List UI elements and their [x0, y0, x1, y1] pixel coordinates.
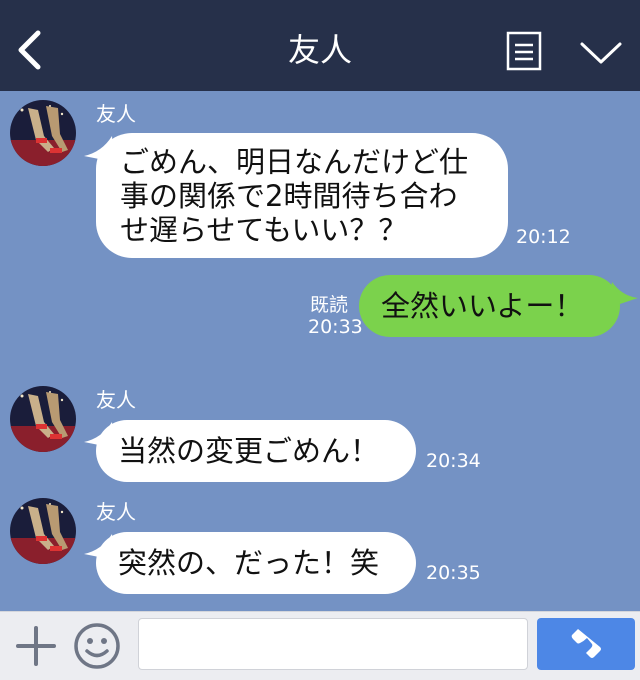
message-bubble[interactable]: ごめん、明日なんだけど仕 事の関係で2時間待ち合わ せ遅らせてもいい？？	[96, 133, 508, 258]
avatar[interactable]	[10, 386, 76, 452]
chat-screen: 友人 友人 ごめん、明日なんだけど仕 事の関係で2時間待ち合わ せ遅らせてもいい…	[0, 0, 640, 680]
avatar[interactable]	[10, 100, 76, 166]
message-line: 全然いいよー！	[381, 289, 584, 323]
chevron-down-icon	[580, 42, 622, 64]
plus-icon	[16, 626, 56, 666]
message-bubble[interactable]: 当然の変更ごめん！	[96, 420, 416, 482]
message-time: 20:34	[426, 450, 481, 472]
call-button[interactable]	[537, 618, 635, 670]
message-line: せ遅らせてもいい？？	[120, 213, 408, 247]
sender-name: 友人	[96, 388, 136, 412]
message-bubble[interactable]: 突然の、だった！笑	[96, 532, 416, 594]
chat-header: 友人	[0, 0, 640, 91]
collapse-button[interactable]	[578, 36, 624, 68]
message-line: 突然の、だった！笑	[118, 546, 380, 580]
message-line: 事の関係で2時間待ち合わ	[120, 179, 458, 213]
smiley-icon	[74, 623, 120, 669]
add-attachment-button[interactable]	[16, 626, 56, 666]
message-line: 当然の変更ごめん！	[118, 434, 380, 468]
message-bubble[interactable]: 全然いいよー！	[359, 275, 620, 337]
emoji-button[interactable]	[73, 622, 121, 670]
notes-icon	[506, 31, 542, 71]
message-time: 20:33	[308, 316, 363, 338]
input-bar	[0, 611, 640, 680]
phone-icon	[571, 629, 601, 658]
message-time: 20:35	[426, 562, 481, 584]
chat-title: 友人	[287, 31, 352, 69]
sender-name: 友人	[96, 500, 136, 524]
read-receipt: 既読	[310, 294, 349, 316]
sender-name: 友人	[96, 102, 136, 126]
notes-menu-button[interactable]	[506, 31, 542, 71]
message-line: ごめん、明日なんだけど仕	[120, 145, 469, 179]
avatar[interactable]	[10, 498, 76, 564]
message-time: 20:12	[516, 226, 571, 248]
message-input[interactable]	[138, 618, 528, 670]
